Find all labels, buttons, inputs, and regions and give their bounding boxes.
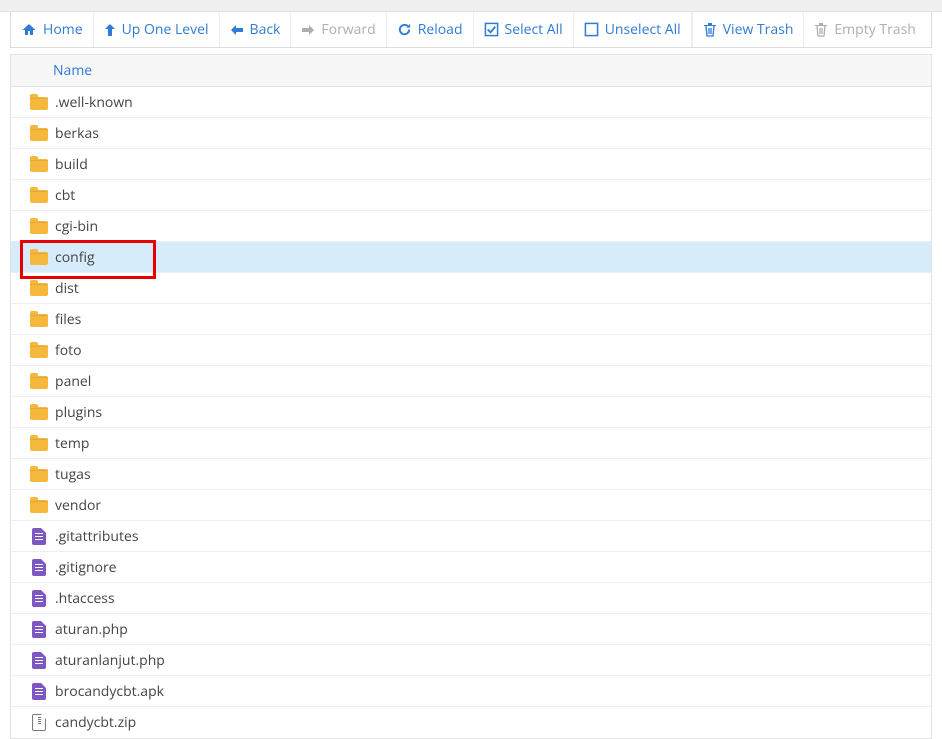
folder-icon bbox=[30, 128, 48, 141]
folder-icon bbox=[30, 283, 48, 296]
back-label: Back bbox=[250, 20, 281, 39]
file-icon bbox=[32, 590, 46, 607]
file-icon bbox=[32, 621, 46, 638]
folder-icon bbox=[30, 469, 48, 482]
item-name: aturan.php bbox=[53, 620, 128, 639]
back-arrow-icon bbox=[230, 24, 244, 36]
list-item[interactable]: .gitattributes bbox=[11, 521, 931, 552]
home-button[interactable]: Home bbox=[11, 12, 94, 47]
window-top-strip bbox=[0, 0, 942, 12]
folder-icon bbox=[30, 407, 48, 420]
file-icon bbox=[32, 652, 46, 669]
item-name: .well-known bbox=[53, 93, 133, 112]
list-item[interactable]: .gitignore bbox=[11, 552, 931, 583]
list-item[interactable]: aturan.php bbox=[11, 614, 931, 645]
item-name: .gitignore bbox=[53, 558, 117, 577]
folder-icon bbox=[30, 438, 48, 451]
unselect-all-label: Unselect All bbox=[605, 20, 681, 39]
item-name: temp bbox=[53, 434, 89, 453]
list-item[interactable]: plugins bbox=[11, 397, 931, 428]
item-name: brocandycbt.apk bbox=[53, 682, 164, 701]
list-item[interactable]: cgi-bin bbox=[11, 211, 931, 242]
unselect-all-button[interactable]: Unselect All bbox=[574, 12, 692, 47]
trash-icon bbox=[703, 22, 717, 37]
item-name: panel bbox=[53, 372, 91, 391]
item-name: .gitattributes bbox=[53, 527, 139, 546]
forward-arrow-icon bbox=[301, 24, 315, 36]
item-name: berkas bbox=[53, 124, 99, 143]
view-trash-label: View Trash bbox=[723, 20, 794, 39]
reload-label: Reload bbox=[418, 20, 463, 39]
item-name: cgi-bin bbox=[53, 217, 98, 236]
list-item[interactable]: brocandycbt.apk bbox=[11, 676, 931, 707]
forward-button[interactable]: Forward bbox=[291, 12, 386, 47]
folder-icon bbox=[30, 345, 48, 358]
column-header-row[interactable]: Name bbox=[11, 55, 931, 87]
list-item[interactable]: dist bbox=[11, 273, 931, 304]
item-name: dist bbox=[53, 279, 79, 298]
empty-trash-button[interactable]: Empty Trash bbox=[804, 12, 925, 47]
folder-icon bbox=[30, 97, 48, 110]
back-button[interactable]: Back bbox=[220, 12, 292, 47]
item-name: config bbox=[53, 248, 95, 267]
list-item[interactable]: candycbt.zip bbox=[11, 707, 931, 738]
folder-icon bbox=[30, 221, 48, 234]
up-button[interactable]: Up One Level bbox=[94, 12, 220, 47]
list-item[interactable]: build bbox=[11, 149, 931, 180]
list-item[interactable]: temp bbox=[11, 428, 931, 459]
item-name: cbt bbox=[53, 186, 75, 205]
view-trash-button[interactable]: View Trash bbox=[693, 12, 805, 47]
select-all-icon bbox=[484, 22, 499, 37]
item-name: candycbt.zip bbox=[53, 713, 136, 732]
file-icon bbox=[32, 559, 46, 576]
item-name: tugas bbox=[53, 465, 91, 484]
list-item[interactable]: cbt bbox=[11, 180, 931, 211]
item-name: build bbox=[53, 155, 88, 174]
item-name: files bbox=[53, 310, 81, 329]
list-item[interactable]: berkas bbox=[11, 118, 931, 149]
folder-icon bbox=[30, 252, 48, 265]
list-item[interactable]: files bbox=[11, 304, 931, 335]
list-item[interactable]: vendor bbox=[11, 490, 931, 521]
file-icon bbox=[32, 528, 46, 545]
list-item[interactable]: foto bbox=[11, 335, 931, 366]
folder-icon bbox=[30, 159, 48, 172]
up-arrow-icon bbox=[104, 23, 116, 37]
list-item[interactable]: tugas bbox=[11, 459, 931, 490]
select-all-button[interactable]: Select All bbox=[474, 12, 574, 47]
folder-icon bbox=[30, 376, 48, 389]
item-name: aturanlanjut.php bbox=[53, 651, 165, 670]
empty-trash-icon bbox=[814, 22, 828, 37]
list-item[interactable]: panel bbox=[11, 366, 931, 397]
unselect-all-icon bbox=[584, 22, 599, 37]
home-label: Home bbox=[43, 20, 83, 39]
item-name: foto bbox=[53, 341, 82, 360]
file-list: .well-known berkas build cbt cgi-bin config di… bbox=[11, 87, 931, 738]
file-list-panel: Name .well-known berkas build cbt cgi-bin con… bbox=[10, 54, 932, 739]
reload-icon bbox=[397, 22, 412, 37]
item-name: vendor bbox=[53, 496, 101, 515]
archive-icon bbox=[32, 714, 46, 731]
up-label: Up One Level bbox=[122, 20, 209, 39]
toolbar: Home Up One Level Back Forward Reload Se… bbox=[10, 12, 932, 48]
file-icon bbox=[32, 683, 46, 700]
item-name: plugins bbox=[53, 403, 102, 422]
list-item[interactable]: config bbox=[11, 242, 931, 273]
reload-button[interactable]: Reload bbox=[387, 12, 474, 47]
list-item[interactable]: aturanlanjut.php bbox=[11, 645, 931, 676]
list-item[interactable]: .well-known bbox=[11, 87, 931, 118]
forward-label: Forward bbox=[321, 20, 375, 39]
select-all-label: Select All bbox=[505, 20, 563, 39]
folder-icon bbox=[30, 190, 48, 203]
item-name: .htaccess bbox=[53, 589, 115, 608]
folder-icon bbox=[30, 314, 48, 327]
empty-trash-label: Empty Trash bbox=[834, 20, 915, 39]
folder-icon bbox=[30, 500, 48, 513]
list-item[interactable]: .htaccess bbox=[11, 583, 931, 614]
name-column-header[interactable]: Name bbox=[53, 61, 92, 80]
home-icon bbox=[21, 22, 37, 38]
